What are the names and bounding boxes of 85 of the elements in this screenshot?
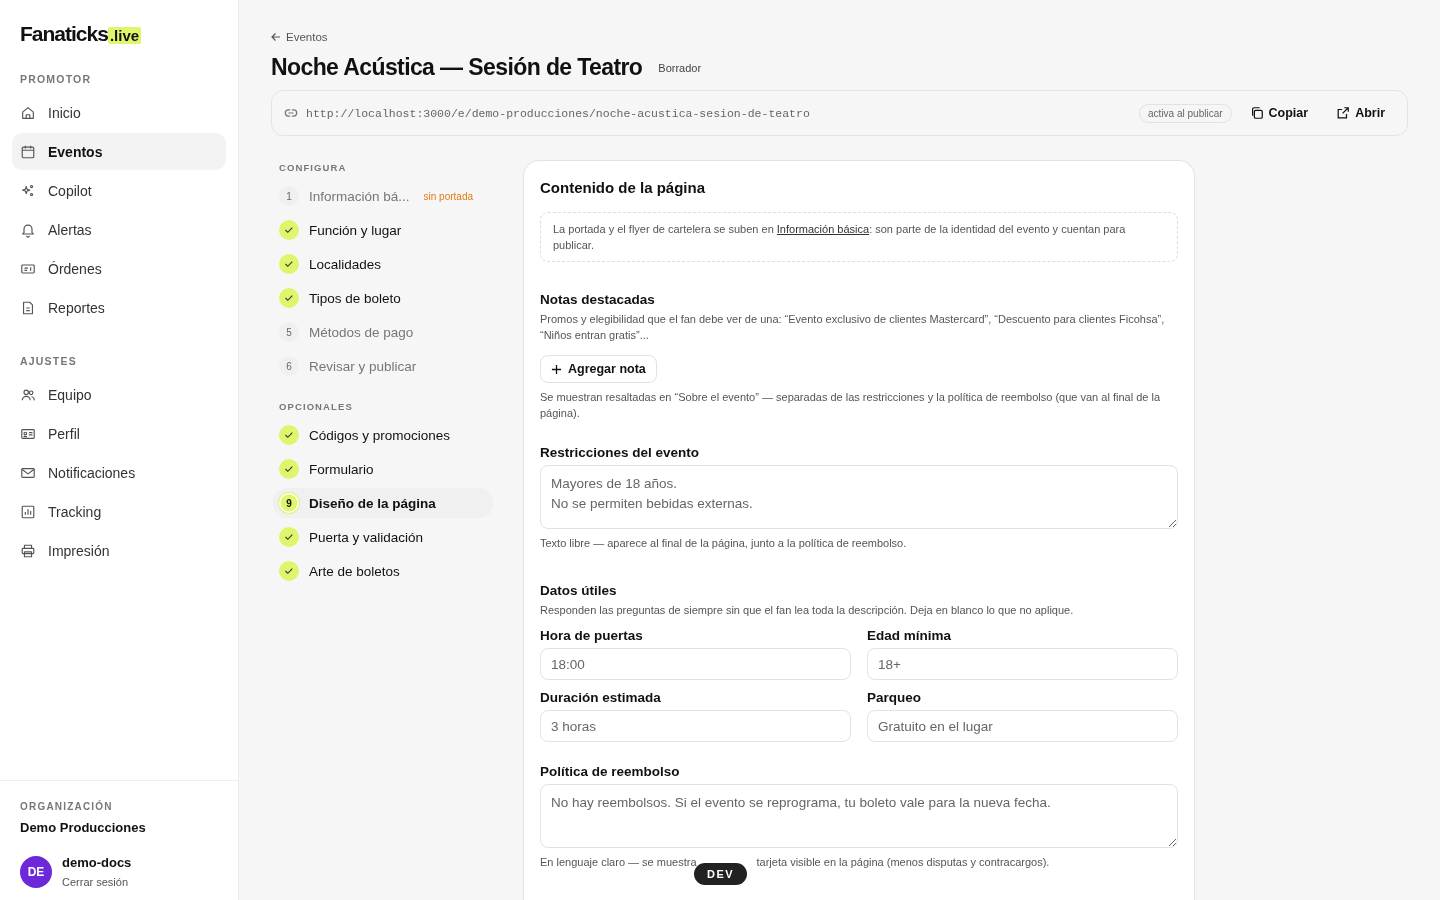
hint-text: tarjeta visible en la página (menos disputas y contracargos). xyxy=(756,855,1050,870)
nav-item[interactable]: Copilot xyxy=(12,172,226,209)
organization-name: Demo Producciones xyxy=(20,820,147,835)
field-label: Restricciones del evento xyxy=(540,445,701,460)
step-item[interactable]: Puerta y validación xyxy=(273,522,493,552)
logout-link[interactable]: Cerrar sesión xyxy=(62,876,132,888)
url-text: http://localhost:3000/e/demo-producciones/noche-acustica-sesion-de-teatro xyxy=(306,106,811,120)
note-text: La portada y el flyer de cartelera se suben en Información básica: son parte de la identidad del evento y cuentan para publicar. xyxy=(553,222,1127,253)
nav-item[interactable]: Eventos xyxy=(12,133,226,170)
check-icon xyxy=(279,459,299,479)
step-item[interactable]: 9 Diseño de la página xyxy=(273,488,493,518)
back-arrow-icon xyxy=(271,32,281,42)
check-icon xyxy=(279,561,299,581)
logo[interactable]: Fanaticks.live xyxy=(20,22,226,46)
step-item[interactable]: Arte de boletos xyxy=(273,556,493,586)
hint-text: Se muestran resaltadas en “Sobre el evento” — separadas de las restricciones y la política de reembolso (que van al final de la página). xyxy=(540,390,1161,421)
check-icon xyxy=(279,527,299,547)
nav-item[interactable]: Reportes xyxy=(12,289,226,326)
step-item[interactable]: 1 Información bá... sin portada xyxy=(273,181,493,211)
section-heading: Notas destacadas xyxy=(540,292,656,307)
user-name: demo-docs xyxy=(62,855,132,870)
input-field[interactable]: 18:00 xyxy=(540,648,851,680)
hint-text: En lenguaje claro — se muestra xyxy=(540,855,697,870)
add-note-button[interactable]: Agregar nota xyxy=(540,355,657,383)
section-label: AJUSTES xyxy=(20,355,78,367)
input-field[interactable]: 3 horas xyxy=(540,710,851,742)
restrictions-field[interactable]: Mayores de 18 años. No se permiten bebidas externas. xyxy=(540,465,1178,529)
home-icon xyxy=(20,104,36,121)
step-number: 9 xyxy=(279,493,299,513)
back-link[interactable]: Eventos xyxy=(271,31,328,43)
nav-item[interactable]: Órdenes xyxy=(12,250,226,287)
nav-item[interactable]: Equipo xyxy=(12,376,226,413)
page-title: Noche Acústica — Sesión de Teatro xyxy=(271,54,643,81)
section-label: CONFIGURA xyxy=(279,162,348,173)
step-number: 6 xyxy=(279,356,299,376)
section-description: Promos y elegibilidad que el fan debe ver de una: “Evento exclusivo de clientes Mastercard”, “Descuento para clientes Ficohsa”, “Niños entran gratis”... xyxy=(540,312,1166,343)
section-description: Responden las preguntas de siempre sin que el fan lea toda la descripción. Deja en blanco lo que no aplique. xyxy=(540,603,1075,618)
step-item[interactable]: 6 Revisar y publicar xyxy=(273,351,493,381)
nav-item[interactable]: Notificaciones xyxy=(12,454,226,491)
check-icon xyxy=(279,220,299,240)
refund-policy-field[interactable]: No hay reembolsos. Si el evento se reprograma, tu boleto vale para la nueva fecha. xyxy=(540,784,1178,848)
chart-icon xyxy=(20,503,36,520)
section-label: ORGANIZACIÓN xyxy=(20,801,114,812)
section-heading: Datos útiles xyxy=(540,583,618,598)
sparkle-icon xyxy=(20,182,36,199)
nav-item[interactable]: Alertas xyxy=(12,211,226,248)
field-label: Edad mínima xyxy=(867,628,953,643)
check-icon xyxy=(279,254,299,274)
nav-item[interactable]: Tracking xyxy=(12,493,226,530)
printer-icon xyxy=(20,542,36,559)
field-label: Política de reembolso xyxy=(540,764,681,779)
link-icon xyxy=(284,106,298,120)
field-label: Parqueo xyxy=(867,690,922,705)
step-item[interactable]: Formulario xyxy=(273,454,493,484)
section-label: PROMOTOR xyxy=(20,73,93,85)
copy-button[interactable]: Copiar xyxy=(1239,102,1319,124)
hint-text: Texto libre — aparece al final de la página, junto a la política de reembolso. xyxy=(540,536,908,551)
warning-tag: sin portada xyxy=(423,190,474,202)
document-icon xyxy=(20,299,36,316)
nav-item[interactable]: Perfil xyxy=(12,415,226,452)
copy-icon xyxy=(1249,106,1264,120)
open-button[interactable]: Abrir xyxy=(1326,102,1395,124)
step-item[interactable]: Tipos de boleto xyxy=(273,283,493,313)
field-label: Duración estimada xyxy=(540,690,662,705)
step-number: 1 xyxy=(279,186,299,206)
step-item[interactable]: Códigos y promociones xyxy=(273,420,493,450)
check-icon xyxy=(279,425,299,445)
nav-item[interactable]: Inicio xyxy=(12,94,226,131)
step-item[interactable]: 5 Métodos de pago xyxy=(273,317,493,347)
status-label: Borrador xyxy=(658,61,702,74)
external-link-icon xyxy=(1336,106,1351,120)
avatar: DE xyxy=(20,855,52,888)
calendar-icon xyxy=(20,143,36,160)
section-label: OPCIONALES xyxy=(279,401,354,412)
input-field[interactable]: Gratuito en el lugar xyxy=(867,710,1178,742)
step-number: 5 xyxy=(279,322,299,342)
users-icon xyxy=(20,386,36,403)
card-title: Contenido de la página xyxy=(540,179,706,196)
step-item[interactable]: Localidades xyxy=(273,249,493,279)
check-icon xyxy=(279,288,299,308)
step-item[interactable]: Función y lugar xyxy=(273,215,493,245)
input-field[interactable]: 18+ xyxy=(867,648,1178,680)
nav-item[interactable]: Impresión xyxy=(12,532,226,569)
plus-icon xyxy=(551,363,562,375)
field-label: Hora de puertas xyxy=(540,628,644,643)
